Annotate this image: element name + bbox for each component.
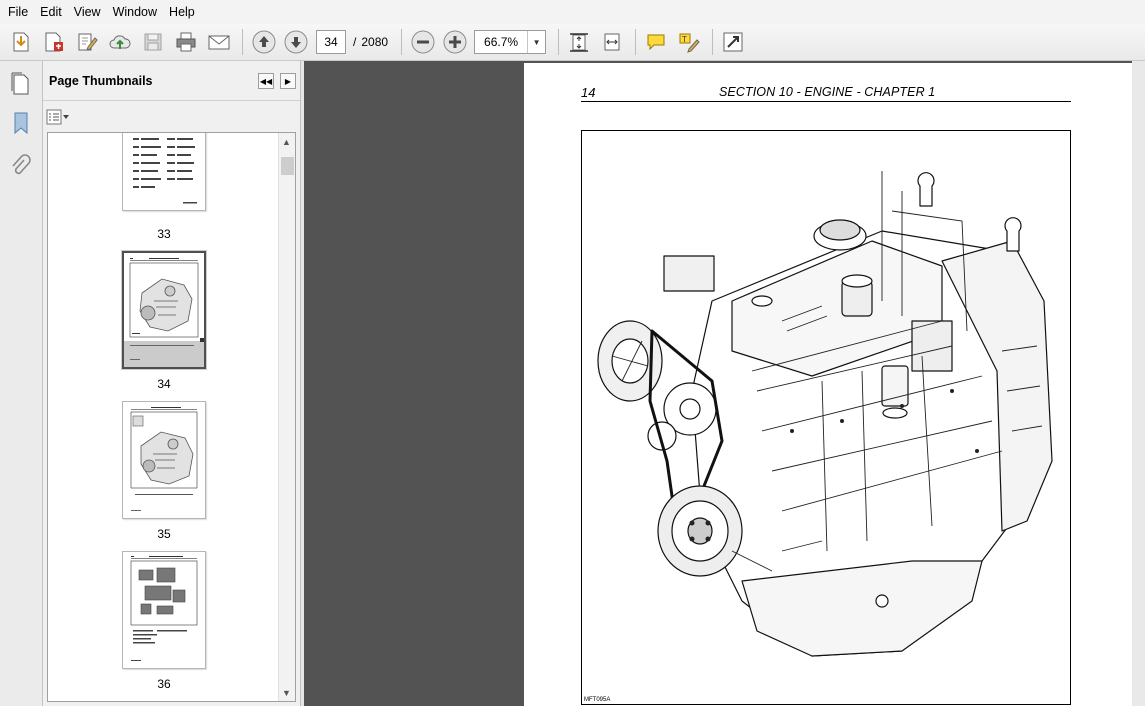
cloud-upload-icon (109, 35, 131, 49)
menu-file[interactable]: File (2, 3, 34, 21)
email-button[interactable] (204, 27, 234, 57)
fit-page-icon (570, 33, 589, 52)
zoom-select[interactable]: 66.7% ▼ (474, 30, 547, 54)
toolbar-separator (635, 29, 637, 55)
menu-window[interactable]: Window (107, 3, 163, 21)
hide-panel-button[interactable]: ▶ (280, 73, 296, 89)
next-page-button[interactable] (283, 29, 309, 55)
thumbnail-label: 34 (157, 377, 171, 391)
save-icon (144, 33, 162, 51)
toolbar: / 2080 66.7% ▼ T (0, 24, 1145, 61)
toolbar-separator (712, 29, 714, 55)
full-screen-button[interactable] (718, 27, 748, 57)
fit-width-icon (604, 33, 620, 51)
expand-icon (723, 32, 743, 52)
thumbnail-label: 33 (157, 227, 171, 241)
page-thumbnails-icon (11, 72, 29, 95)
highlight-icon: T (679, 33, 700, 53)
document-scrollbar[interactable] (1132, 61, 1145, 706)
page-separator: / (353, 35, 357, 49)
thumbnail-label: 35 (157, 527, 171, 541)
add-comment-button[interactable] (641, 27, 671, 57)
menu-edit[interactable]: Edit (34, 3, 68, 21)
thumbnail-page-image (122, 401, 206, 519)
bookmarks-button[interactable] (5, 107, 37, 139)
document-page: 14 SECTION 10 - ENGINE - CHAPTER 1 MFT09… (524, 63, 1132, 706)
combine-files-icon (45, 32, 63, 52)
section-heading: SECTION 10 - ENGINE - CHAPTER 1 (719, 85, 936, 99)
options-list-icon (46, 109, 69, 125)
toolbar-separator (558, 29, 560, 55)
chevron-down-icon[interactable]: ▼ (527, 31, 545, 53)
upload-cloud-button[interactable] (105, 27, 135, 57)
edit-document-icon (78, 33, 98, 51)
arrow-down-icon (284, 30, 308, 54)
menu-help[interactable]: Help (163, 3, 201, 21)
highlight-text-button[interactable]: T (674, 27, 704, 57)
thumbnail-page-image (122, 551, 206, 669)
minus-icon (411, 30, 435, 54)
scrollbar-thumb[interactable] (281, 157, 294, 175)
toolbar-separator (242, 29, 243, 55)
thumbnail-label: 36 (157, 677, 171, 691)
print-button[interactable] (171, 27, 201, 57)
thumbnail-scrollbar[interactable]: ▲ ▼ (278, 133, 295, 701)
navigation-rail (0, 61, 43, 706)
fit-page-button[interactable] (564, 27, 594, 57)
previous-page-button[interactable] (251, 29, 277, 55)
page-number-input[interactable] (316, 30, 346, 54)
menu-bar: File Edit View Window Help (0, 0, 1145, 24)
thumbnails-panel: Page Thumbnails ◀◀ ▶ 33 34 35 36 ▲ ▼ (43, 61, 300, 706)
figure-frame: MFT095A (581, 130, 1071, 705)
double-chevron-left-icon: ◀◀ (259, 76, 273, 86)
scroll-down-icon[interactable]: ▼ (282, 688, 291, 698)
comment-icon (647, 34, 665, 51)
thumbnail-page-image (122, 133, 206, 211)
envelope-icon (208, 35, 230, 50)
save-button[interactable] (138, 27, 168, 57)
page-number-label: 14 (581, 85, 596, 100)
document-view[interactable]: 14 SECTION 10 - ENGINE - CHAPTER 1 MFT09… (304, 61, 1145, 706)
create-pdf-icon (13, 32, 29, 52)
engine-page-preview (130, 407, 198, 511)
figure-code: MFT095A (584, 697, 611, 703)
scroll-up-icon[interactable]: ▲ (282, 137, 291, 147)
svg-text:T: T (682, 35, 687, 44)
zoom-out-button[interactable] (410, 29, 436, 55)
bookmark-icon (14, 112, 28, 135)
zoom-in-button[interactable] (442, 29, 468, 55)
thumbnail-options-button[interactable] (46, 107, 74, 127)
zoom-value: 66.7% (484, 35, 519, 49)
exploded-view-page-preview (130, 556, 198, 661)
fit-width-button[interactable] (597, 27, 627, 57)
paperclip-icon (12, 154, 31, 175)
toolbar-separator (401, 29, 403, 55)
create-pdf-button[interactable] (6, 27, 36, 57)
header-rule (581, 101, 1071, 102)
thumbnail-page-image (122, 251, 206, 369)
text-page-preview (133, 138, 197, 204)
engine-page-preview (124, 258, 204, 367)
panel-title: Page Thumbnails (49, 73, 153, 88)
menu-view[interactable]: View (68, 3, 107, 21)
page-thumbnails-button[interactable] (5, 67, 37, 99)
edit-document-button[interactable] (72, 27, 102, 57)
attachments-button[interactable] (5, 151, 37, 183)
total-pages: 2080 (361, 35, 389, 49)
plus-icon (443, 30, 467, 54)
engine-illustration (597, 171, 1053, 657)
acrobat-window: File Edit View Window Help 34 / 2080 66.… (0, 0, 1145, 706)
printer-icon (176, 32, 196, 52)
arrow-up-icon (252, 30, 276, 54)
combine-files-button[interactable] (39, 27, 69, 57)
thumbnail-list[interactable]: 33 34 35 36 ▲ ▼ (47, 132, 296, 702)
collapse-panel-button[interactable]: ◀◀ (258, 73, 274, 89)
chevron-right-icon: ▶ (284, 76, 292, 86)
